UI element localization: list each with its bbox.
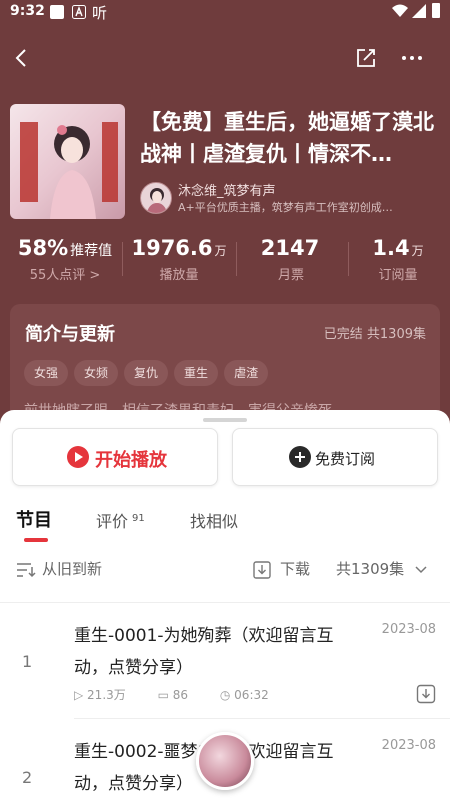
tab-indicator bbox=[24, 538, 48, 542]
tag[interactable]: 复仇 bbox=[124, 360, 169, 386]
tab-reviews-label: 评价 bbox=[96, 512, 129, 531]
status-bar: 9:32 听 bbox=[0, 0, 450, 24]
stat-value: 2147 bbox=[260, 236, 320, 260]
stat-value: 1.4 bbox=[372, 236, 410, 260]
stat-label: 订阅量 bbox=[378, 268, 418, 283]
tab-bar: 节目 评价 91 找相似 bbox=[0, 506, 450, 546]
anchor-avatar[interactable] bbox=[140, 182, 172, 214]
status-time: 9:32 bbox=[10, 3, 45, 19]
episode-count-selector[interactable]: 共1309集 bbox=[336, 558, 427, 579]
tab-episodes[interactable]: 节目 bbox=[16, 506, 52, 532]
play-icon bbox=[67, 446, 89, 468]
reviews-count: 91 bbox=[132, 512, 145, 524]
intro-card[interactable]: 简介与更新 已完结 共1309集 女强女频复仇重生虐渣 前世她瞎了眼，相信了渣男… bbox=[10, 304, 440, 424]
duration: ◷ 06:32 bbox=[219, 688, 269, 702]
stat-plays: 1976.6 万 播放量 bbox=[124, 236, 234, 290]
episode-meta: ▷ 21.3万 ▭ 86 ◷ 06:32 bbox=[74, 686, 297, 703]
signal-icon bbox=[412, 4, 426, 22]
list-item[interactable]: 1 重生-0001-为她殉葬（欢迎留言互动，点赞分享） 2023-08 ▷ 21… bbox=[0, 610, 450, 722]
battery-icon bbox=[432, 3, 440, 18]
stat-value: 1976.6 bbox=[131, 236, 213, 260]
comment-count: ▭ 86 bbox=[157, 688, 189, 702]
back-icon[interactable] bbox=[8, 44, 36, 72]
episode-count: 共1309集 bbox=[336, 560, 405, 578]
divider bbox=[348, 242, 349, 276]
comment-count-value: 86 bbox=[172, 688, 189, 702]
drag-handle[interactable] bbox=[203, 418, 247, 422]
download-icon bbox=[253, 560, 271, 579]
intro-status: 已完结 共1309集 bbox=[323, 327, 426, 342]
chevron-down-icon bbox=[415, 565, 427, 573]
play-count-value: 21.3万 bbox=[87, 688, 126, 702]
divider bbox=[74, 718, 450, 719]
book-title: 【免费】重生后，她逼婚了漠北战神丨虐渣复仇丨情深不… bbox=[140, 110, 434, 166]
stat-monthly-votes: 2147 月票 bbox=[236, 236, 346, 290]
episode-download-icon[interactable] bbox=[416, 684, 436, 704]
tag[interactable]: 虐渣 bbox=[224, 360, 269, 386]
share-edit-icon[interactable] bbox=[352, 44, 380, 72]
download-button[interactable]: 下载 bbox=[252, 558, 310, 580]
episode-date: 2023-08 bbox=[381, 738, 436, 753]
subscribe-button[interactable]: 免费订阅 bbox=[232, 428, 438, 486]
episode-date: 2023-08 bbox=[381, 622, 436, 637]
episode-index: 2 bbox=[22, 768, 33, 787]
stat-label: 播放量 bbox=[159, 268, 199, 283]
play-label: 开始播放 bbox=[95, 450, 167, 471]
stat-unit: 万 bbox=[411, 244, 424, 258]
stat-recommend[interactable]: 58% 推荐值 55人点评 > bbox=[10, 236, 120, 290]
nav-bar bbox=[0, 36, 450, 80]
sort-icon bbox=[16, 562, 36, 578]
wifi-icon bbox=[392, 4, 408, 22]
divider bbox=[236, 242, 237, 276]
sort-label: 从旧到新 bbox=[42, 560, 103, 578]
episode-toolbar: 从旧到新 下载 共1309集 bbox=[0, 558, 450, 588]
stat-unit: 万 bbox=[214, 244, 227, 258]
divider bbox=[0, 602, 450, 603]
stat-value: 58% bbox=[17, 236, 69, 260]
stat-unit: 推荐值 bbox=[70, 243, 113, 259]
stats-row: 58% 推荐值 55人点评 > 1976.6 万 播放量 2147 月票 1.4 万 … bbox=[0, 236, 450, 290]
tag-list: 女强 女频 复仇 重生 虐渣 bbox=[24, 360, 274, 386]
tab-reviews[interactable]: 评价 91 bbox=[96, 508, 145, 532]
floating-player-avatar[interactable] bbox=[196, 732, 254, 790]
divider bbox=[122, 242, 123, 276]
duration-value: 06:32 bbox=[234, 688, 269, 702]
anchor-description: A+平台优质主播，筑梦有声工作室初创成… bbox=[178, 201, 393, 214]
episode-index: 1 bbox=[22, 652, 33, 671]
play-count: ▷ 21.3万 bbox=[74, 688, 126, 702]
plus-icon bbox=[289, 446, 311, 468]
sort-button[interactable]: 从旧到新 bbox=[16, 558, 102, 579]
tag[interactable]: 女强 bbox=[24, 360, 69, 386]
ting-icon: 听 bbox=[92, 4, 108, 22]
stat-subscriptions: 1.4 万 订阅量 bbox=[348, 236, 448, 290]
tab-similar[interactable]: 找相似 bbox=[190, 508, 238, 532]
notification-icon bbox=[50, 5, 64, 19]
tag[interactable]: 女频 bbox=[74, 360, 119, 386]
download-label: 下载 bbox=[280, 560, 311, 578]
stat-label: 55人点评 > bbox=[29, 268, 101, 283]
more-icon[interactable] bbox=[398, 44, 426, 72]
font-icon bbox=[72, 5, 86, 19]
tag[interactable]: 重生 bbox=[174, 360, 219, 386]
book-header: 9:32 听 【免费】重生后，她逼婚了漠北战神丨虐渣复仇丨情深不… 沐念维_筑梦… bbox=[0, 0, 450, 430]
play-button[interactable]: 开始播放 bbox=[12, 428, 218, 486]
book-cover[interactable] bbox=[10, 104, 125, 219]
stat-label: 月票 bbox=[277, 268, 304, 283]
subscribe-label: 免费订阅 bbox=[315, 450, 376, 468]
episode-title: 重生-0001-为她殉葬（欢迎留言互动，点赞分享） bbox=[74, 626, 334, 678]
intro-title: 简介与更新 bbox=[25, 324, 115, 345]
anchor-name[interactable]: 沐念维_筑梦有声 bbox=[178, 180, 276, 199]
